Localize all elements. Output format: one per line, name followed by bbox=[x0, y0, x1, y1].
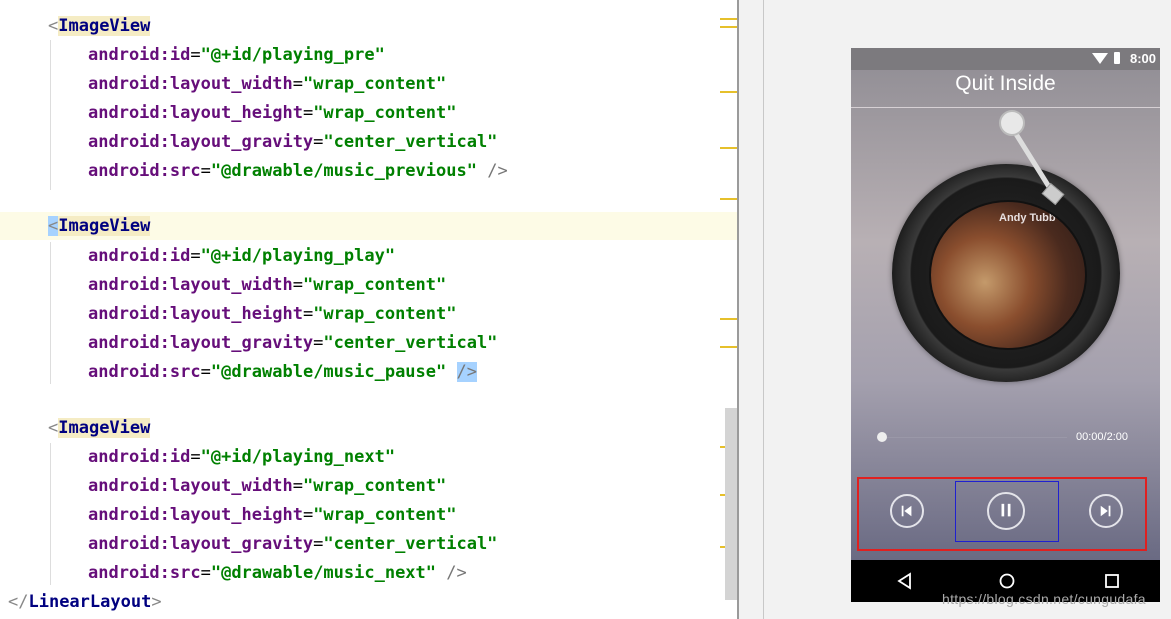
attr-value: "wrap_content" bbox=[313, 505, 457, 525]
code-line[interactable]: android:layout_width="wrap_content" bbox=[0, 472, 738, 501]
code-line[interactable]: android:layout_height="wrap_content" bbox=[0, 300, 738, 329]
code-line[interactable]: android:layout_height="wrap_content" bbox=[0, 99, 738, 128]
time-display: 00:00/2:00 bbox=[1076, 431, 1128, 443]
attr-name: android:src bbox=[88, 161, 201, 181]
home-circle-icon[interactable] bbox=[998, 572, 1016, 590]
attr-value: "@+id/playing_pre" bbox=[200, 45, 385, 65]
back-triangle-icon[interactable] bbox=[896, 572, 914, 590]
attr-value: "center_vertical" bbox=[323, 132, 498, 152]
attr-name: android:layout_gravity bbox=[88, 534, 314, 554]
attr-name: android:layout_height bbox=[88, 103, 303, 123]
change-marker[interactable] bbox=[720, 346, 738, 348]
code-line[interactable]: android:id="@+id/playing_pre" bbox=[0, 41, 738, 70]
code-line[interactable]: android:src="@drawable/music_next" /> bbox=[0, 559, 738, 588]
code-editor[interactable]: <ImageView android:id="@+id/playing_pre"… bbox=[0, 0, 738, 619]
skip-next-icon bbox=[1100, 505, 1111, 517]
attr-name: android:id bbox=[88, 447, 191, 467]
attr-value: "wrap_content" bbox=[302, 476, 447, 496]
code-line[interactable]: android:layout_gravity="center_vertical" bbox=[0, 128, 738, 157]
song-title: Quit Inside bbox=[955, 72, 1056, 95]
attr-name: android:layout_gravity bbox=[88, 333, 314, 353]
code-line-current[interactable]: <ImageView bbox=[0, 212, 738, 240]
attr-name: android:src bbox=[88, 362, 201, 382]
attr-value: "wrap_content" bbox=[313, 304, 457, 324]
cover-text: Andy Tubb bbox=[999, 212, 1056, 224]
attr-value: "center_vertical" bbox=[323, 333, 498, 353]
needle-pivot bbox=[999, 110, 1025, 136]
tag-close-matched: /> bbox=[456, 362, 477, 382]
progress-thumb[interactable] bbox=[877, 432, 887, 442]
editor-scrollbar[interactable] bbox=[725, 408, 737, 600]
attr-value: "@drawable/music_next" bbox=[210, 563, 437, 583]
attr-name: android:layout_height bbox=[88, 505, 303, 525]
attr-name: android:layout_gravity bbox=[88, 132, 314, 152]
attr-value: "wrap_content" bbox=[302, 74, 447, 94]
code-line[interactable]: <ImageView bbox=[0, 414, 738, 443]
attr-value: "@drawable/music_pause" bbox=[210, 362, 447, 382]
attr-name: android:id bbox=[88, 45, 191, 65]
code-line[interactable]: android:layout_width="wrap_content" bbox=[0, 271, 738, 300]
attr-value: "@+id/playing_play" bbox=[200, 246, 396, 266]
code-line[interactable]: android:layout_gravity="center_vertical" bbox=[0, 329, 738, 358]
next-button[interactable] bbox=[1089, 494, 1123, 528]
attr-name: android:layout_height bbox=[88, 304, 303, 324]
title-divider bbox=[851, 107, 1160, 108]
code-line[interactable]: android:id="@+id/playing_play" bbox=[0, 242, 738, 271]
tag-name: ImageView bbox=[58, 418, 151, 438]
tag-close: /> bbox=[487, 161, 508, 181]
change-marker[interactable] bbox=[720, 26, 738, 28]
wifi-icon bbox=[1092, 53, 1108, 64]
code-line[interactable]: </LinearLayout> bbox=[0, 588, 738, 617]
watermark: https://blog.csdn.net/cungudafa bbox=[942, 591, 1146, 607]
attr-name: android:layout_width bbox=[88, 476, 293, 496]
attr-value: "wrap_content" bbox=[313, 103, 457, 123]
code-line[interactable]: android:layout_height="wrap_content" bbox=[0, 501, 738, 530]
code-line[interactable]: android:id="@+id/playing_next" bbox=[0, 443, 738, 472]
status-bar: 8:00 bbox=[851, 48, 1160, 70]
status-time: 8:00 bbox=[1129, 51, 1156, 66]
code-line[interactable]: <ImageView bbox=[0, 12, 738, 41]
tag-close: /> bbox=[446, 563, 467, 583]
play-pause-button[interactable] bbox=[987, 492, 1025, 530]
progress-track[interactable] bbox=[887, 437, 1067, 438]
attr-name: android:src bbox=[88, 563, 201, 583]
tag-name: ImageView bbox=[58, 16, 151, 36]
change-marker[interactable] bbox=[720, 147, 738, 149]
recents-square-icon[interactable] bbox=[1103, 572, 1121, 590]
change-marker[interactable] bbox=[720, 318, 738, 320]
attr-value: "wrap_content" bbox=[302, 275, 447, 295]
code-line[interactable]: android:src="@drawable/music_pause" /> bbox=[0, 358, 738, 387]
tag-name: ImageView bbox=[58, 216, 151, 236]
code-line[interactable]: android:src="@drawable/music_previous" /… bbox=[0, 157, 738, 186]
battery-icon bbox=[1114, 52, 1120, 64]
attr-name: android:id bbox=[88, 246, 191, 266]
closing-tag-name: LinearLayout bbox=[28, 592, 152, 612]
album-cover: Andy Tubb bbox=[929, 200, 1087, 350]
pause-icon bbox=[1001, 503, 1011, 517]
change-marker[interactable] bbox=[720, 91, 738, 93]
attr-name: android:layout_width bbox=[88, 74, 293, 94]
attr-value: "center_vertical" bbox=[323, 534, 498, 554]
code-line[interactable]: android:layout_gravity="center_vertical" bbox=[0, 530, 738, 559]
attr-value: "@drawable/music_previous" bbox=[210, 161, 477, 181]
attr-name: android:layout_width bbox=[88, 275, 293, 295]
change-marker[interactable] bbox=[720, 198, 738, 200]
phone-preview: 8:00 Quit Inside Andy Tubb 00:00/2:00 bbox=[851, 48, 1160, 602]
vinyl-disc[interactable]: Andy Tubb bbox=[892, 164, 1120, 382]
preview-gutter bbox=[739, 0, 764, 619]
change-marker[interactable] bbox=[720, 18, 738, 20]
code-line[interactable]: android:layout_width="wrap_content" bbox=[0, 70, 738, 99]
previous-button[interactable] bbox=[890, 494, 924, 528]
attr-value: "@+id/playing_next" bbox=[200, 447, 396, 467]
skip-previous-icon bbox=[901, 505, 912, 517]
